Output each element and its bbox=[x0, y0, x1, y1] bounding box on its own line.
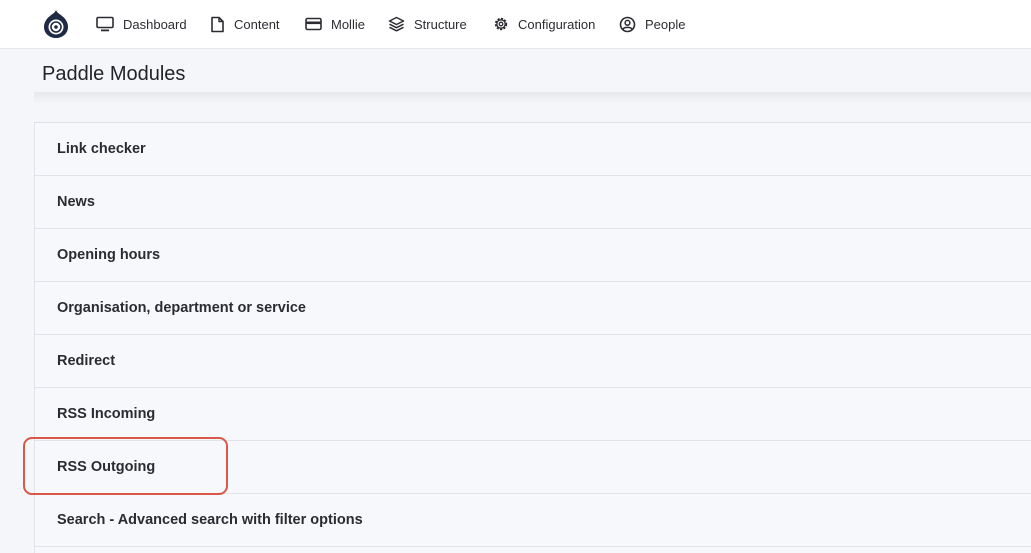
module-row-news[interactable]: News bbox=[35, 176, 1031, 229]
gear-icon bbox=[494, 17, 508, 31]
module-row-organisation[interactable]: Organisation, department or service bbox=[35, 282, 1031, 335]
module-row-search-advanced[interactable]: Search - Advanced search with filter opt… bbox=[35, 494, 1031, 547]
module-label: RSS Outgoing bbox=[57, 459, 156, 475]
toolbar-item-label: People bbox=[645, 16, 686, 32]
page-title: Paddle Modules bbox=[42, 63, 186, 85]
module-row-rss-incoming[interactable]: RSS Incoming bbox=[35, 388, 1031, 441]
user-circle-icon bbox=[619, 16, 636, 32]
toolbar-item-dashboard[interactable]: Dashboard bbox=[96, 0, 187, 48]
header-shadow bbox=[34, 92, 1031, 104]
toolbar-item-label: Mollie bbox=[331, 16, 365, 32]
monitor-icon bbox=[96, 16, 114, 32]
toolbar-item-content[interactable]: Content bbox=[210, 0, 280, 48]
module-label: News bbox=[57, 194, 95, 210]
module-label: Link checker bbox=[57, 141, 146, 157]
module-label: Opening hours bbox=[57, 247, 161, 263]
toolbar-item-label: Content bbox=[234, 16, 280, 32]
file-icon bbox=[211, 16, 224, 32]
toolbar-item-label: Structure bbox=[414, 16, 467, 32]
module-label: Organisation, department or service bbox=[57, 300, 306, 316]
admin-toolbar: Dashboard Content Mollie Structure Confi… bbox=[0, 0, 1031, 49]
module-list: Link checker News Opening hours Organisa… bbox=[34, 122, 1031, 553]
toolbar-item-structure[interactable]: Structure bbox=[388, 0, 467, 48]
toolbar-item-label: Configuration bbox=[518, 16, 596, 32]
layers-icon bbox=[388, 16, 405, 32]
drupal-logo-icon[interactable] bbox=[42, 9, 70, 39]
toolbar-item-label: Dashboard bbox=[123, 16, 187, 32]
module-label: RSS Incoming bbox=[57, 406, 156, 422]
toolbar-item-mollie[interactable]: Mollie bbox=[305, 0, 365, 48]
module-row-opening-hours[interactable]: Opening hours bbox=[35, 229, 1031, 282]
module-row-redirect[interactable]: Redirect bbox=[35, 335, 1031, 388]
module-label: Search - Advanced search with filter opt… bbox=[57, 512, 363, 528]
card-icon bbox=[305, 17, 322, 31]
module-label: Redirect bbox=[57, 353, 116, 369]
toolbar-item-people[interactable]: People bbox=[619, 0, 685, 48]
toolbar-item-configuration[interactable]: Configuration bbox=[493, 0, 595, 48]
module-row-rss-outgoing[interactable]: RSS Outgoing bbox=[35, 441, 1031, 494]
module-row-link-checker[interactable]: Link checker bbox=[35, 123, 1031, 176]
